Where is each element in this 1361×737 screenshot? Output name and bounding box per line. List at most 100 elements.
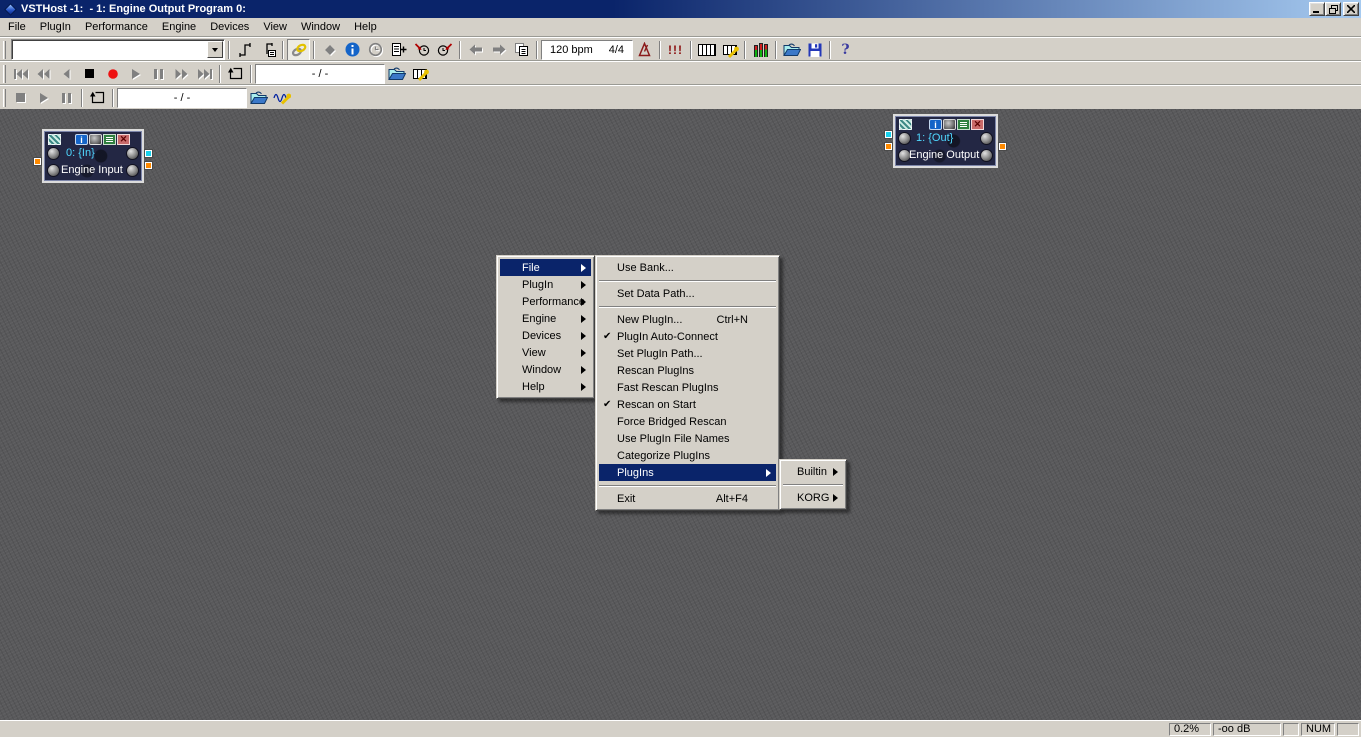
plugin-knob[interactable] (47, 164, 60, 177)
program-load-button[interactable] (410, 39, 433, 61)
context-menu-item-plugin[interactable]: PlugIn (500, 276, 591, 293)
plugin-program-button[interactable] (103, 134, 116, 145)
plugin-knob[interactable] (126, 147, 139, 160)
menubar-item-devices[interactable]: Devices (203, 19, 256, 36)
output-pin[interactable] (144, 161, 153, 170)
minimize-button[interactable] (1309, 2, 1325, 16)
toolbar-gripper[interactable] (3, 89, 6, 107)
menubar-item-file[interactable]: File (1, 19, 33, 36)
midi-step-back-button[interactable] (55, 63, 78, 85)
menubar-item-view[interactable]: View (256, 19, 294, 36)
midi-settings-button[interactable] (408, 63, 431, 85)
midi-play-button[interactable] (124, 63, 147, 85)
input-pin[interactable] (884, 142, 893, 151)
combo-dropdown-button[interactable] (207, 41, 223, 58)
chain-insert-button[interactable] (256, 39, 279, 61)
menu-item-plugins[interactable]: PlugIns (599, 464, 776, 481)
titlebar[interactable]: VSTHost -1: - 1: Engine Output Program 0… (0, 0, 1361, 18)
output-pin[interactable] (144, 149, 153, 158)
plugin-close-button[interactable] (117, 134, 130, 145)
app-icon[interactable] (3, 2, 17, 16)
panic-button[interactable]: !!! (664, 39, 687, 61)
menu-item-use-bank[interactable]: Use Bank... (599, 259, 776, 276)
keyboard-settings-button[interactable] (718, 39, 741, 61)
context-menu-item-engine[interactable]: Engine (500, 310, 591, 327)
menu-item-new-plugin[interactable]: New PlugIn...Ctrl+N (599, 311, 776, 328)
plugin-select-combo[interactable] (11, 39, 225, 60)
plugin-knob[interactable] (980, 149, 993, 162)
restore-button[interactable] (1325, 2, 1341, 16)
wave-loop-button[interactable] (86, 87, 109, 109)
navigate-back-button[interactable] (464, 39, 487, 61)
plugin-knob[interactable] (898, 132, 911, 145)
help-button[interactable]: ? (834, 39, 857, 61)
context-menu-item-view[interactable]: View (500, 344, 591, 361)
input-pin[interactable] (884, 130, 893, 139)
midi-forward-button[interactable] (170, 63, 193, 85)
program-save-button[interactable] (433, 39, 456, 61)
menu-item-builtin[interactable]: Builtin (783, 463, 843, 480)
midi-pause-button[interactable] (147, 63, 170, 85)
context-menu-item-devices[interactable]: Devices (500, 327, 591, 344)
save-button[interactable] (803, 39, 826, 61)
context-menu-item-window[interactable]: Window (500, 361, 591, 378)
plugin-chain-button[interactable] (899, 119, 912, 130)
menu-item-plugin-auto-connect[interactable]: PlugIn Auto-Connect (599, 328, 776, 345)
context-menu-item-help[interactable]: Help (500, 378, 591, 395)
open-button[interactable] (780, 39, 803, 61)
toolbar-gripper[interactable] (3, 65, 6, 83)
plugin-close-button[interactable] (971, 119, 984, 130)
plugin-info-button[interactable] (75, 134, 88, 145)
menubar-item-window[interactable]: Window (294, 19, 347, 36)
plugin-box-engine-output[interactable]: 1: {Out} Engine Output (893, 114, 998, 168)
diamond-button[interactable] (318, 39, 341, 61)
menubar-item-engine[interactable]: Engine (155, 19, 203, 36)
midi-open-button[interactable] (385, 63, 408, 85)
plugin-knob-button[interactable] (943, 119, 956, 130)
plugin-knob[interactable] (47, 147, 60, 160)
plugin-program-button[interactable] (957, 119, 970, 130)
keyboard-button[interactable] (695, 39, 718, 61)
menubar-item-plugin[interactable]: PlugIn (33, 19, 78, 36)
midi-stop-button[interactable] (78, 63, 101, 85)
context-menu-item-file[interactable]: File (500, 259, 591, 276)
plugin-knob-button[interactable] (89, 134, 102, 145)
program-list-button[interactable] (387, 39, 410, 61)
wave-settings-button[interactable] (270, 87, 293, 109)
menubar-item-help[interactable]: Help (347, 19, 384, 36)
plugin-knob[interactable] (126, 164, 139, 177)
midi-loop-button[interactable] (224, 63, 247, 85)
wave-play-button[interactable] (32, 87, 55, 109)
chain-after-button[interactable] (233, 39, 256, 61)
menu-item-force-bridged-rescan[interactable]: Force Bridged Rescan (599, 413, 776, 430)
clock-button[interactable] (364, 39, 387, 61)
plugin-chain-button[interactable] (48, 134, 61, 145)
menu-item-set-data-path[interactable]: Set Data Path... (599, 285, 776, 302)
midi-skip-start-button[interactable] (9, 63, 32, 85)
menu-item-set-plugin-path[interactable]: Set PlugIn Path... (599, 345, 776, 362)
bank-copy-button[interactable] (510, 39, 533, 61)
midi-record-button[interactable] (101, 63, 124, 85)
metronome-button[interactable] (633, 39, 656, 61)
menu-item-rescan-plugins[interactable]: Rescan PlugIns (599, 362, 776, 379)
menu-item-korg[interactable]: KORG (783, 489, 843, 506)
output-pin[interactable] (998, 142, 1007, 151)
menu-item-categorize-plugins[interactable]: Categorize PlugIns (599, 447, 776, 464)
plugin-knob[interactable] (980, 132, 993, 145)
menu-item-use-plugin-file-names[interactable]: Use PlugIn File Names (599, 430, 776, 447)
toolbar-gripper[interactable] (3, 41, 6, 59)
menubar-item-performance[interactable]: Performance (78, 19, 155, 36)
input-pin[interactable] (33, 157, 42, 166)
menu-item-exit[interactable]: ExitAlt+F4 (599, 490, 776, 507)
context-menu-item-performance[interactable]: Performance (500, 293, 591, 310)
wave-stop-button[interactable] (9, 87, 32, 109)
navigate-forward-button[interactable] (487, 39, 510, 61)
wave-pause-button[interactable] (55, 87, 78, 109)
menu-item-fast-rescan-plugins[interactable]: Fast Rescan PlugIns (599, 379, 776, 396)
wave-open-button[interactable] (247, 87, 270, 109)
plugin-box-engine-input[interactable]: 0: {In} Engine Input (42, 129, 144, 183)
plugin-info-button[interactable] (341, 39, 364, 61)
level-meter-button[interactable] (749, 39, 772, 61)
menu-item-rescan-on-start[interactable]: Rescan on Start (599, 396, 776, 413)
chain-toggle-button[interactable] (287, 39, 310, 61)
